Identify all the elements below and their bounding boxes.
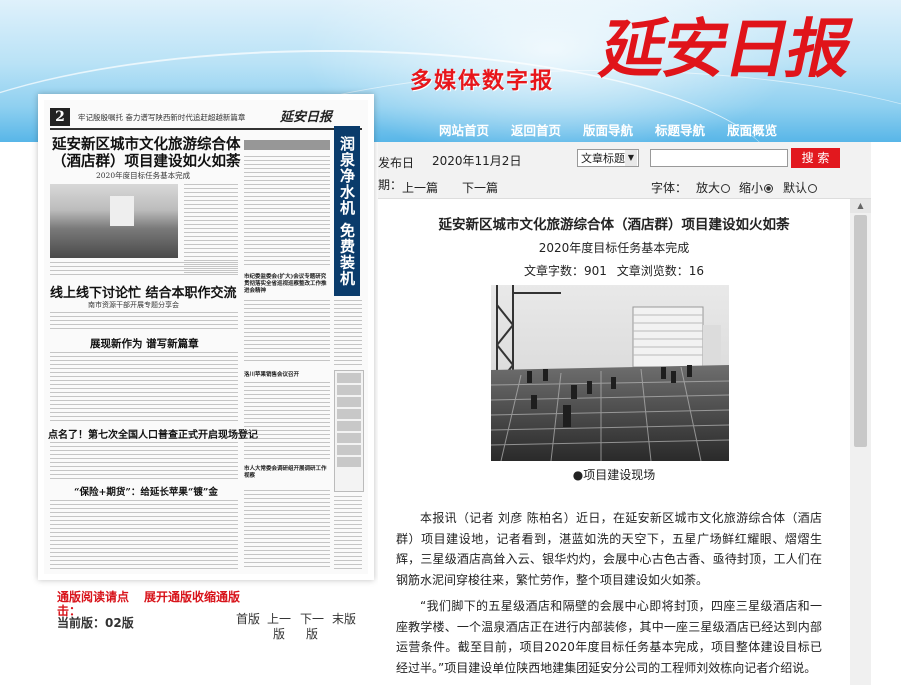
font-shrink-option[interactable]: 缩小 (739, 179, 774, 196)
scroll-up-icon[interactable]: ▲ (850, 199, 871, 213)
thumb-text-block (244, 490, 330, 570)
thumb-text-block (244, 156, 330, 268)
prev-article-link[interactable]: 上一篇 (402, 179, 438, 196)
current-page-label: 当前版：02版 (57, 616, 134, 630)
thumb-headline-5[interactable]: “保险+期货”：给延长苹果“镀”金 (74, 484, 218, 498)
article-content: 延安新区城市文化旅游综合体（酒店群）项目建设如火如荼 2020年度目标任务基本完… (378, 199, 850, 685)
first-page-link[interactable]: 首版 (235, 612, 261, 627)
search-button[interactable]: 搜 索 (791, 148, 840, 168)
font-default-option[interactable]: 默认 (783, 179, 818, 196)
article-panel: 发布日期： 2020年11月2日 文章标题 ▼ 搜 索 上一篇 下一篇 字体： … (378, 142, 871, 685)
thumb-text-block (50, 352, 238, 422)
thumb-headline-2[interactable]: 线上线下讨论忙 结合本职作交流 (50, 282, 237, 301)
page-thumbnail-frame: 2 牢记殷殷嘱托 奋力谱写陕西新时代追赶超越新篇章 延安日报 延安新区城市文化旅… (38, 94, 374, 580)
article-stats: 文章字数：901 文章浏览数：16 (524, 264, 704, 278)
nav-page-overview[interactable]: 版面概览 (716, 116, 788, 142)
thumb-page-number: 2 (50, 108, 70, 126)
radio-icon[interactable] (808, 184, 818, 193)
article-photo (491, 285, 729, 461)
article-toolbar: 发布日期： 2020年11月2日 文章标题 ▼ 搜 索 上一篇 下一篇 字体： … (378, 142, 871, 199)
thumb-headline-1-sub: 2020年度目标任务基本完成 (96, 171, 191, 180)
article-subtitle: 2020年度目标任务基本完成 (538, 241, 690, 255)
expand-collapse-link[interactable]: 展开通版收缩通版 (144, 590, 244, 604)
thumb-mid-headline-3[interactable]: 市人大常委会调研组开展调研工作视察 (244, 466, 330, 480)
thumb-text-block (244, 382, 330, 462)
newspaper-logo[interactable]: 延安日报 (592, 5, 859, 95)
construction-site-photo (491, 285, 729, 461)
nav-website-home[interactable]: 网站首页 (428, 116, 500, 142)
thumb-text-block (50, 262, 238, 278)
thumb-headline-3[interactable]: 展现新作为 谱写新篇章 (90, 336, 199, 351)
thumb-text-block (334, 496, 362, 570)
thumb-text-block (184, 184, 238, 274)
nav-back-home[interactable]: 返回首页 (500, 116, 572, 142)
publish-date: 2020年11月2日 (432, 154, 522, 168)
thumb-masthead: 延安日报 (280, 110, 333, 125)
page-thumbnail[interactable]: 2 牢记殷殷嘱托 奋力谱写陕西新时代追赶超越新篇章 延安日报 延安新区城市文化旅… (44, 100, 368, 574)
search-input[interactable] (650, 149, 788, 167)
font-enlarge-label: 放大 (696, 181, 721, 195)
article-scrollbar[interactable]: ▲ (850, 199, 871, 685)
thumb-text-block (50, 442, 238, 480)
thumb-photo[interactable] (50, 184, 178, 258)
thumb-text-block (50, 312, 238, 332)
thumb-mid-headline-1[interactable]: 市纪委监委会(扩大)会议专题研究贯彻落实全省巡视巡察整改工作推进会精神 (244, 274, 330, 295)
search-type-value: 文章标题 (581, 152, 625, 165)
radio-selected-icon[interactable] (764, 184, 774, 193)
prev-page-link[interactable]: 上一版 (266, 612, 292, 642)
thumb-headline-1[interactable]: 延安新区城市文化旅游综合体（酒店群）项目建设如火如荼 (52, 136, 242, 170)
font-default-label: 默认 (783, 181, 808, 195)
nav-title-navigation[interactable]: 标题导航 (644, 116, 716, 142)
article-paragraph: 本报讯（记者 刘彦 陈柏名）近日，在延安新区城市文化旅游综合体（酒店群）项目建设… (396, 511, 822, 587)
thumb-rule (50, 128, 362, 130)
photo-caption: ●项目建设现场 (572, 468, 656, 482)
last-page-link[interactable]: 末版 (331, 612, 357, 627)
scrollbar-thumb[interactable] (854, 215, 867, 447)
thumb-text-block (244, 300, 330, 364)
article-title: 延安新区城市文化旅游综合体（酒店群）项目建设如火如荼 (438, 217, 790, 233)
thumb-headline-4[interactable]: 点名了！第七次全国人口普查正式开启现场登记 (48, 426, 258, 441)
thumb-mid-banner (244, 140, 330, 150)
main-nav: 网站首页 返回首页 版面导航 标题导航 版面概览 (428, 116, 788, 142)
article-paragraph: “我们脚下的五星级酒店和隔壁的会展中心即将封顶，四座三星级酒店和一座教学楼、一个… (396, 599, 822, 675)
thumb-top-line: 牢记殷殷嘱托 奋力谱写陕西新时代追赶超越新篇章 (78, 113, 246, 122)
search-type-select[interactable]: 文章标题 ▼ (577, 149, 639, 167)
thumb-ad-box (334, 370, 364, 492)
next-page-link[interactable]: 下一版 (299, 612, 325, 642)
site-subtitle: 多媒体数字报 (410, 69, 555, 94)
font-shrink-label: 缩小 (739, 181, 764, 195)
chevron-down-icon: ▼ (625, 150, 637, 166)
thumb-vertical-ad[interactable]: 润泉净水机 免费装机 (334, 126, 360, 296)
font-size-label: 字体： (651, 181, 688, 195)
nav-page-navigation[interactable]: 版面导航 (572, 116, 644, 142)
next-article-link[interactable]: 下一篇 (462, 179, 498, 196)
thumb-text-block (334, 300, 362, 366)
thumb-mid-headline-2[interactable]: 洛川苹果销售会议召开 (244, 370, 330, 378)
article-body: 本报讯（记者 刘彦 陈柏名）近日，在延安新区城市文化旅游综合体（酒店群）项目建设… (396, 508, 822, 684)
radio-icon[interactable] (721, 184, 731, 193)
font-enlarge-option[interactable]: 放大 (696, 179, 731, 196)
thumb-headline-2-sub: 南市资源干部开展专题分享会 (88, 301, 179, 309)
thumb-text-block (50, 500, 238, 570)
